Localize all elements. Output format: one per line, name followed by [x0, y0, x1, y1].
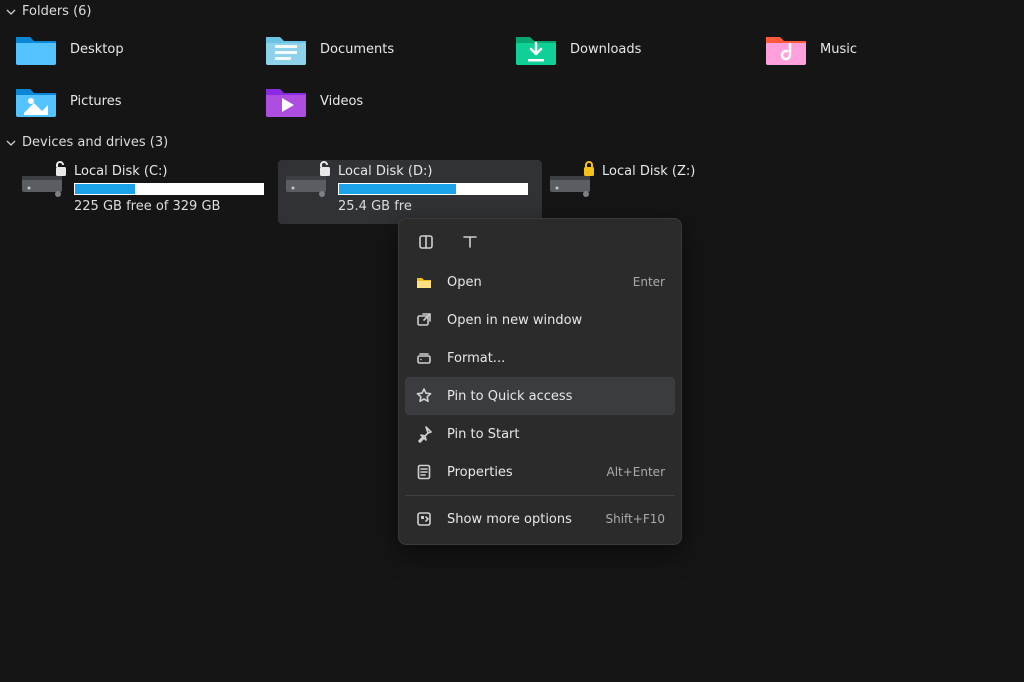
- usage-text: 225 GB free of 329 GB: [74, 199, 272, 214]
- ctx-shortcut: Enter: [633, 275, 665, 289]
- videos-folder-icon: [264, 83, 308, 119]
- folder-label: Videos: [320, 94, 363, 109]
- ctx-label: Format...: [447, 351, 651, 366]
- ctx-label: Show more options: [447, 512, 591, 527]
- drives-section-title: Devices and drives (3): [22, 135, 168, 150]
- drive-name: Local Disk (D:): [338, 164, 536, 179]
- folder-item-desktop[interactable]: Desktop: [14, 29, 264, 69]
- folder-label: Music: [820, 42, 857, 57]
- folders-section-title: Folders (6): [22, 4, 92, 19]
- documents-folder-icon: [264, 31, 308, 67]
- usage-text: 25.4 GB fre: [338, 199, 536, 214]
- drive-name: Local Disk (C:): [74, 164, 272, 179]
- ctx-label: Open in new window: [447, 313, 651, 328]
- folders-section-header[interactable]: Folders (6): [0, 0, 1024, 23]
- chevron-down-icon: [6, 138, 16, 148]
- folder-label: Pictures: [70, 94, 121, 109]
- unlocked-icon: [54, 160, 68, 178]
- drive-item[interactable]: Local Disk (C:) 225 GB free of 329 GB: [14, 160, 278, 224]
- drive-icon: [548, 166, 592, 198]
- more-icon: [415, 510, 433, 528]
- folder-open-icon: [415, 273, 433, 291]
- ctx-properties[interactable]: Properties Alt+Enter: [405, 453, 675, 491]
- folder-item-pictures[interactable]: Pictures: [14, 81, 264, 121]
- drive-name: Local Disk (Z:): [602, 164, 800, 179]
- ctx-pin-to-quick-access[interactable]: Pin to Quick access: [405, 377, 675, 415]
- layout-icon[interactable]: [413, 229, 439, 255]
- music-folder-icon: [764, 31, 808, 67]
- new-window-icon: [415, 311, 433, 329]
- ctx-pin-to-start[interactable]: Pin to Start: [405, 415, 675, 453]
- pin-icon: [415, 425, 433, 443]
- locked-icon: [582, 160, 596, 178]
- context-menu-quick-row: [405, 225, 675, 263]
- drive-icon: [20, 166, 64, 198]
- folder-item-downloads[interactable]: Downloads: [514, 29, 764, 69]
- drive-icon: [284, 166, 328, 198]
- ctx-shortcut: Shift+F10: [605, 512, 665, 526]
- drives-section-header[interactable]: Devices and drives (3): [0, 131, 1024, 154]
- read-icon[interactable]: [457, 229, 483, 255]
- unlocked-icon: [318, 160, 332, 178]
- ctx-open[interactable]: Open Enter: [405, 263, 675, 301]
- folder-label: Documents: [320, 42, 394, 57]
- folder-item-videos[interactable]: Videos: [264, 81, 514, 121]
- ctx-label: Properties: [447, 465, 592, 480]
- usage-bar: [74, 183, 264, 195]
- context-menu: Open Enter Open in new window Format... …: [398, 218, 682, 545]
- properties-icon: [415, 463, 433, 481]
- ctx-divider: [405, 495, 675, 496]
- ctx-format-[interactable]: Format...: [405, 339, 675, 377]
- desktop-folder-icon: [14, 31, 58, 67]
- chevron-down-icon: [6, 7, 16, 17]
- folder-label: Downloads: [570, 42, 641, 57]
- ctx-shortcut: Alt+Enter: [606, 465, 665, 479]
- format-icon: [415, 349, 433, 367]
- drive-item[interactable]: Local Disk (D:) 25.4 GB fre: [278, 160, 542, 224]
- downloads-folder-icon: [514, 31, 558, 67]
- pictures-folder-icon: [14, 83, 58, 119]
- folder-item-documents[interactable]: Documents: [264, 29, 514, 69]
- folder-label: Desktop: [70, 42, 124, 57]
- ctx-label: Pin to Start: [447, 427, 651, 442]
- ctx-open-in-new-window[interactable]: Open in new window: [405, 301, 675, 339]
- folders-grid: Desktop Documents Downloads Music Pictur…: [0, 23, 1024, 131]
- star-icon: [415, 387, 433, 405]
- ctx-label: Pin to Quick access: [447, 389, 651, 404]
- ctx-label: Open: [447, 275, 619, 290]
- folder-item-music[interactable]: Music: [764, 29, 1014, 69]
- usage-bar: [338, 183, 528, 195]
- ctx-show-more-options[interactable]: Show more options Shift+F10: [405, 500, 675, 538]
- drive-item[interactable]: Local Disk (Z:): [542, 160, 806, 224]
